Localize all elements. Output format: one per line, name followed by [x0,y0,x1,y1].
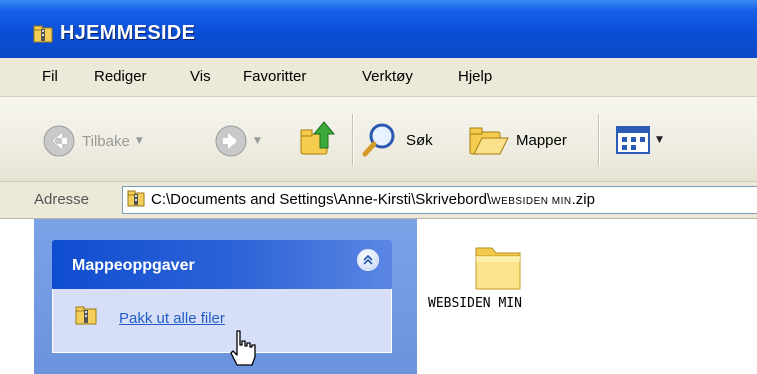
search-magnifier-icon [362,123,395,157]
back-label: Tilbake [82,132,130,150]
title-bar[interactable]: HJEMMESIDE [0,0,757,58]
menu-help[interactable]: Hjelp [458,68,492,85]
extract-all-files-link[interactable]: Pakk ut alle filer [119,310,225,327]
address-input[interactable]: C:\Documents and Settings\Anne-Kirsti\Sk… [122,186,757,214]
menu-view[interactable]: Vis [190,68,211,85]
views-button[interactable]: ▼ [616,126,663,154]
up-folder-icon [300,121,336,155]
zip-folder-icon [75,306,97,325]
forward-button[interactable]: ▼ [214,124,261,158]
address-path-prefix: C:\Documents and Settings\Anne-Kirsti\Sk… [151,191,492,208]
hand-pointer-cursor-icon [230,330,256,366]
back-arrow-icon [43,125,75,157]
folder-icon [475,247,521,290]
folder-tasks-box: Mappeoppgaver Pakk ut alle filer [52,240,392,353]
up-button[interactable] [298,118,338,158]
views-icon [616,126,650,154]
folder-item-websiden-min[interactable]: WEBSIDEN MIN [428,240,588,320]
menu-tools[interactable]: Verktøy [362,68,413,85]
menu-edit[interactable]: Rediger [94,68,147,85]
address-path-suffix: .zip [571,191,595,208]
address-path-folder: WEBSIDEN MIN [491,196,572,207]
forward-dropdown-icon[interactable]: ▼ [254,136,261,146]
address-bar: Adresse C:\Documents and Settings\Anne-K… [0,182,757,219]
folders-button[interactable]: Mapper [468,122,567,158]
toolbar-separator [352,114,354,166]
menu-bar: Fil Rediger Vis Favoritter Verktøy Hjelp [0,58,757,97]
forward-arrow-icon [215,125,247,157]
collapse-chevron-up-icon[interactable] [357,249,379,271]
toolbar-separator [598,114,600,166]
folders-label: Mapper [516,131,567,149]
address-path: C:\Documents and Settings\Anne-Kirsti\Sk… [151,191,595,208]
address-label: Adresse [34,191,90,208]
back-button[interactable]: Tilbake ▼ [42,124,143,158]
menu-favorites[interactable]: Favoritter [243,68,306,85]
views-dropdown-icon[interactable]: ▼ [656,135,663,145]
search-button[interactable]: Søk [360,120,433,160]
back-dropdown-icon[interactable]: ▼ [136,136,143,146]
folder-label: WEBSIDEN MIN [428,296,522,311]
zip-folder-icon [127,190,145,207]
menu-file[interactable]: Fil [42,68,58,85]
zip-folder-icon [33,25,53,43]
folder-tasks-header[interactable]: Mappeoppgaver [52,240,392,289]
search-label: Søk [406,131,433,149]
window-title: HJEMMESIDE [60,22,196,44]
folders-icon [469,127,509,155]
folder-tasks-title: Mappeoppgaver [72,257,195,274]
